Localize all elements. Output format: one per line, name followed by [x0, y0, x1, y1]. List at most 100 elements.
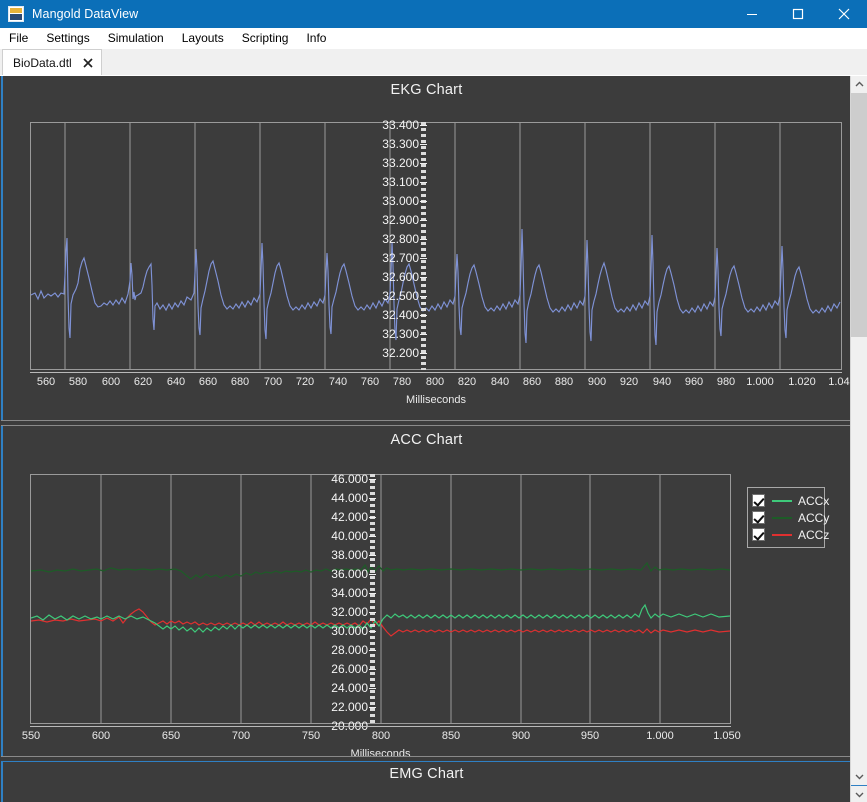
ekg-y-axis: 33.400 33.300 33.200 33.100 33.000 32.90…: [379, 118, 427, 370]
ekg-ytick-9: 32.500: [382, 289, 419, 303]
tab-label: BioData.dtl: [13, 55, 72, 70]
panel-emg-chart[interactable]: EMG Chart: [1, 761, 850, 802]
ekg-xtick-9: 740: [328, 376, 348, 388]
ekg-xtick-12: 800: [425, 376, 445, 388]
menu-item-file[interactable]: File: [0, 28, 37, 49]
legend-label-accy: ACCy: [798, 510, 830, 525]
acc-gridlines: [100, 475, 661, 723]
acc-xtick-4: 750: [301, 730, 321, 742]
acc-ytick-11: 24.000: [331, 681, 368, 695]
acc-ytick-6: 34.000: [331, 586, 368, 600]
acc-xtick-1: 600: [91, 730, 111, 742]
panel-ekg-chart[interactable]: EKG Chart 33.400 33.300 33.200 33.100 33…: [1, 76, 850, 420]
ekg-xtick-0: 560: [36, 376, 56, 388]
ekg-ytick-5: 32.900: [382, 213, 419, 227]
emg-chart-title-text: EMG Chart: [389, 766, 464, 782]
menu-item-layouts[interactable]: Layouts: [173, 28, 233, 49]
ekg-ytick-10: 32.400: [382, 308, 419, 322]
acc-xtick-10: 1.050: [713, 730, 741, 742]
acc-legend[interactable]: ACCx ACCy ACCz: [747, 487, 829, 548]
chart-panel-stack: EKG Chart 33.400 33.300 33.200 33.100 33…: [1, 76, 850, 802]
ekg-xtick-10: 760: [360, 376, 380, 388]
ekg-xtick-20: 960: [684, 376, 704, 388]
menu-item-settings[interactable]: Settings: [37, 28, 98, 49]
menu-item-scripting[interactable]: Scripting: [233, 28, 298, 49]
app-icon: [8, 6, 24, 22]
legend-label-accz: ACCz: [798, 527, 830, 542]
acc-xtick-9: 1.000: [646, 730, 674, 742]
acc-ytick-2: 42.000: [331, 510, 368, 524]
scroll-up-button[interactable]: [851, 76, 867, 93]
acc-ytick-9: 28.000: [331, 643, 368, 657]
ekg-plot-area[interactable]: [30, 122, 842, 370]
legend-swatch-accy: [772, 516, 792, 519]
scroll-down-button-secondary[interactable]: [851, 785, 867, 802]
acc-xtick-0: 550: [21, 730, 41, 742]
ekg-x-tick-labels: 560 580 600 620 640 660 680 700 720 740 …: [30, 376, 850, 392]
legend-checkbox-accy[interactable]: [752, 511, 765, 524]
legend-checkbox-accx[interactable]: [752, 494, 765, 507]
menu-item-info[interactable]: Info: [297, 28, 335, 49]
vertical-scrollbar[interactable]: [850, 76, 867, 802]
maximize-button[interactable]: [775, 0, 821, 28]
acc-xtick-3: 700: [231, 730, 251, 742]
close-button[interactable]: [821, 0, 867, 28]
acc-x-axis-caption: Milliseconds: [350, 748, 411, 756]
legend-label-accx: ACCx: [798, 493, 830, 508]
legend-checkbox-accz[interactable]: [752, 528, 765, 541]
acc-xtick-2: 650: [161, 730, 181, 742]
window-title: Mangold DataView: [32, 7, 139, 21]
acc-x-tick-labels: 550 600 650 700 750 800 850 900 950 1.00…: [22, 730, 741, 746]
acc-plot-area[interactable]: [30, 474, 731, 724]
acc-ytick-5: 36.000: [331, 567, 368, 581]
acc-x-axis-line: [30, 726, 731, 727]
chart-workspace: EKG Chart 33.400 33.300 33.200 33.100 33…: [0, 76, 867, 802]
minimize-button[interactable]: [729, 0, 775, 28]
acc-chart-title: ACC Chart: [390, 432, 463, 448]
ekg-xtick-3: 620: [133, 376, 153, 388]
scrollbar-thumb[interactable]: [851, 93, 867, 337]
acc-ytick-10: 26.000: [331, 662, 368, 676]
ekg-y-tick-labels: 33.400 33.300 33.200 33.100 33.000 32.90…: [379, 118, 419, 370]
ekg-ytick-6: 32.800: [382, 232, 419, 246]
ekg-xtick-23: 1.020: [788, 376, 816, 388]
acc-y-axis: 46.000 44.000 42.000 40.000 38.000 36.00…: [328, 472, 376, 733]
ekg-xtick-15: 860: [522, 376, 542, 388]
tab-biodata[interactable]: BioData.dtl: [2, 49, 102, 75]
ekg-trace: [31, 228, 841, 346]
legend-swatch-accx: [772, 499, 792, 502]
ekg-xtick-14: 840: [490, 376, 510, 388]
ekg-xtick-2: 600: [101, 376, 121, 388]
acc-y-tick-labels: 46.000 44.000 42.000 40.000 38.000 36.00…: [328, 472, 368, 733]
ekg-xtick-17: 900: [587, 376, 607, 388]
ekg-xtick-18: 920: [619, 376, 639, 388]
ekg-xtick-21: 980: [716, 376, 736, 388]
acc-ytick-12: 22.000: [331, 700, 368, 714]
menu-item-simulation[interactable]: Simulation: [99, 28, 173, 49]
ekg-ytick-12: 32.200: [382, 346, 419, 360]
ekg-ytick-7: 32.700: [382, 251, 419, 265]
panel-acc-chart[interactable]: ACC Chart 46.000 44.000 42.000 40.000 38…: [1, 426, 850, 756]
ekg-xtick-13: 820: [457, 376, 477, 388]
ekg-xtick-24: 1.040: [828, 376, 850, 388]
acc-plot-svg: [31, 475, 730, 723]
tab-strip: BioData.dtl: [0, 49, 867, 76]
tab-close-icon[interactable]: [81, 56, 95, 70]
ekg-ytick-11: 32.300: [382, 327, 419, 341]
ekg-ytick-0: 33.400: [382, 118, 419, 132]
acc-ytick-3: 40.000: [331, 529, 368, 543]
ekg-ytick-2: 33.200: [382, 156, 419, 170]
acc-ytick-8: 30.000: [331, 624, 368, 638]
acc-ytick-1: 44.000: [331, 491, 368, 505]
ekg-xtick-16: 880: [554, 376, 574, 388]
ekg-y-tick-column: [421, 122, 426, 370]
acc-ytick-7: 32.000: [331, 605, 368, 619]
acc-xtick-8: 950: [580, 730, 600, 742]
legend-row-accy[interactable]: ACCy: [752, 509, 829, 526]
ekg-ytick-4: 33.000: [382, 194, 419, 208]
scrollbar-track[interactable]: [851, 93, 867, 768]
legend-row-accz[interactable]: ACCz: [752, 526, 829, 543]
scroll-down-button[interactable]: [851, 768, 867, 785]
legend-row-accx[interactable]: ACCx: [752, 492, 829, 509]
ekg-ytick-8: 32.600: [382, 270, 419, 284]
